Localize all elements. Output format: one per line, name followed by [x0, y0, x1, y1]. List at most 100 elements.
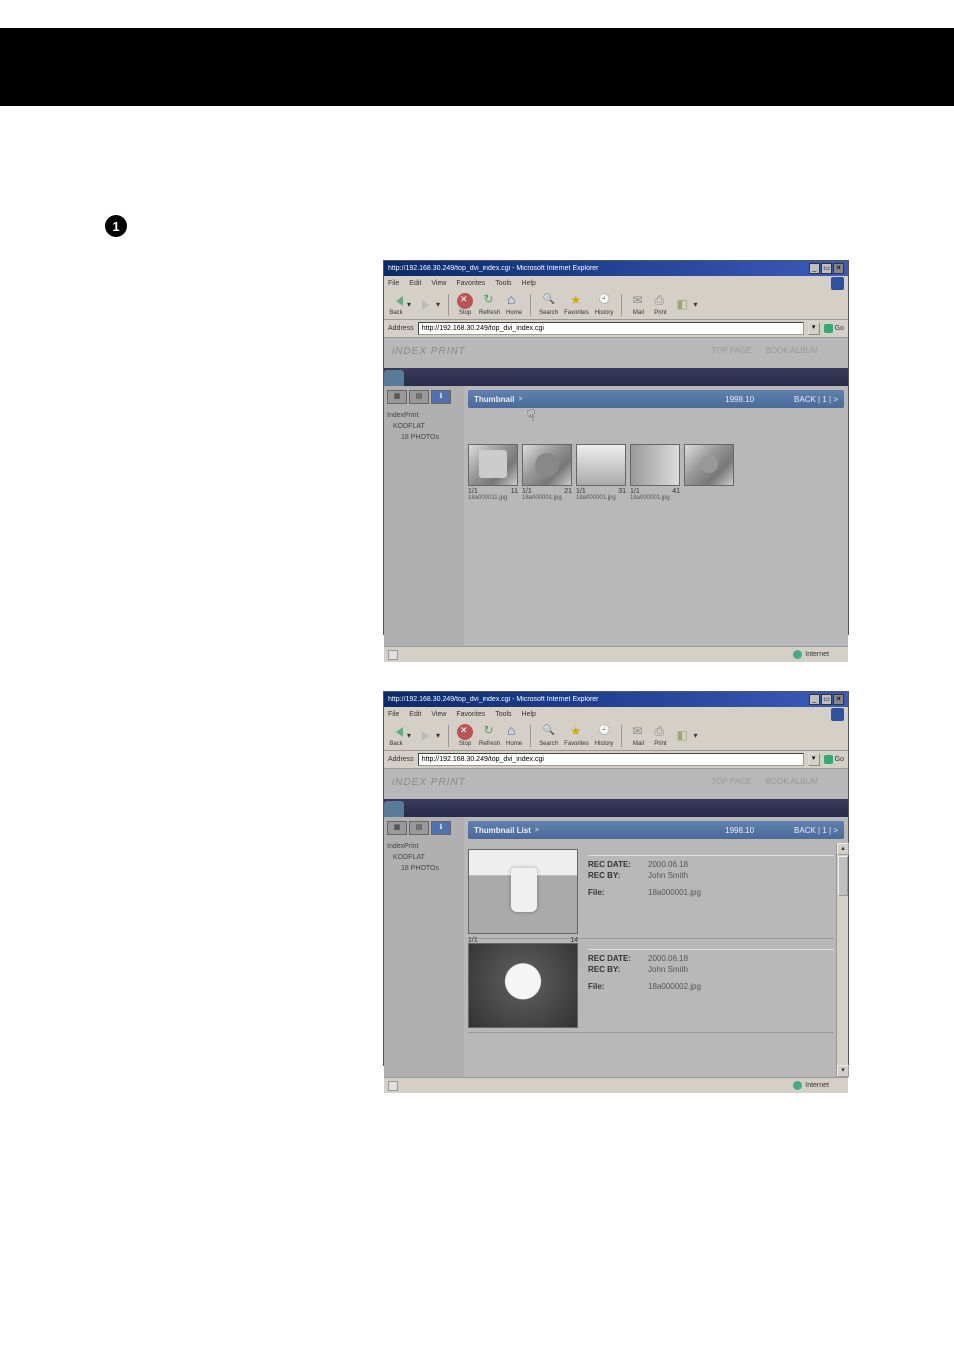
print-button[interactable]: Print: [652, 724, 668, 747]
view-info-button[interactable]: ℹ: [431, 390, 451, 404]
home-button[interactable]: Home: [506, 293, 522, 316]
list-header-nav-icon[interactable]: >: [518, 396, 522, 403]
address-dropdown-icon[interactable]: ▾: [808, 753, 820, 766]
generic-icon: [674, 297, 690, 313]
menu-file[interactable]: File: [388, 711, 399, 718]
minimize-button[interactable]: _: [809, 694, 820, 705]
maximize-button[interactable]: ▭: [821, 263, 832, 274]
view-info-button[interactable]: ℹ: [431, 821, 451, 835]
back-dropdown-icon[interactable]: ▾: [407, 300, 411, 309]
link-top-page[interactable]: TOP PAGE: [712, 777, 752, 786]
menu-favorites[interactable]: Favorites: [456, 711, 485, 718]
stop-button[interactable]: Stop: [457, 293, 473, 316]
forward-dropdown-icon[interactable]: ▾: [436, 300, 440, 309]
tree-root[interactable]: IndexPrint: [387, 412, 419, 419]
toolbar-separator: [530, 294, 531, 316]
menu-help[interactable]: Help: [522, 711, 536, 718]
scroll-thumb[interactable]: [838, 856, 848, 896]
link-top-page[interactable]: TOP PAGE: [712, 346, 752, 355]
resize-grip-icon[interactable]: [832, 1080, 844, 1092]
scroll-up-icon[interactable]: ▴: [837, 843, 849, 855]
detail-list: 1/1 14 REC DATE:2000.06.18 REC BY:John S…: [468, 845, 844, 1033]
file-value: 18a000001.jpg: [648, 888, 701, 897]
tab-1[interactable]: [384, 801, 404, 817]
list-header-nav-icon[interactable]: >: [535, 827, 539, 834]
tree-node-1[interactable]: KODFLAT: [387, 421, 461, 432]
menu-help[interactable]: Help: [522, 280, 536, 287]
address-dropdown-icon[interactable]: ▾: [808, 322, 820, 335]
favorites-button[interactable]: Favorites: [564, 293, 589, 316]
home-button[interactable]: Home: [506, 724, 522, 747]
top-links: TOP PAGE BOOK ALBUM: [712, 346, 818, 355]
list-header-pagenav[interactable]: BACK | 1 | >: [794, 826, 838, 835]
tree-leaf-1[interactable]: 18 PHOTOs: [387, 863, 461, 874]
maximize-button[interactable]: ▭: [821, 694, 832, 705]
go-button[interactable]: Go: [824, 324, 844, 333]
back-dropdown-icon[interactable]: ▾: [407, 731, 411, 740]
favorites-button[interactable]: Favorites: [564, 724, 589, 747]
toolbar-dropdown-icon[interactable]: ▾: [693, 731, 697, 740]
menu-tools[interactable]: Tools: [495, 711, 511, 718]
search-button[interactable]: Search: [539, 293, 558, 316]
thumbnail-item[interactable]: 1/141 18a000001.jpg: [630, 444, 680, 501]
forward-button[interactable]: [417, 297, 433, 313]
view-thumb-button[interactable]: ▦: [387, 821, 407, 835]
thumbnail-item[interactable]: 1/131 18a000001.jpg: [576, 444, 626, 501]
menu-view[interactable]: View: [431, 280, 446, 287]
view-thumb-button[interactable]: ▦: [387, 390, 407, 404]
back-button[interactable]: Back: [388, 724, 404, 747]
tab-2[interactable]: [404, 801, 424, 817]
thumbnail-item[interactable]: [684, 444, 734, 501]
back-button[interactable]: Back: [388, 293, 404, 316]
thumbnail-item[interactable]: 1/111 18a000011.jpg: [468, 444, 518, 501]
tree-node-1[interactable]: KODFLAT: [387, 852, 461, 863]
window-buttons: _ ▭ ✕: [809, 263, 844, 274]
search-button[interactable]: Search: [539, 724, 558, 747]
menu-favorites[interactable]: Favorites: [456, 280, 485, 287]
resize-grip-icon[interactable]: [832, 649, 844, 661]
history-button[interactable]: History: [595, 724, 614, 747]
toolbar-button[interactable]: [674, 297, 690, 313]
print-icon: [652, 293, 668, 309]
addressbar: Address http://192.168.30.249/top_dvi_in…: [384, 320, 848, 338]
tree-root[interactable]: IndexPrint: [387, 843, 419, 850]
mail-button[interactable]: Mail: [630, 724, 646, 747]
list-header-pagenav[interactable]: BACK | 1 | >: [794, 395, 838, 404]
tab-2[interactable]: [404, 370, 424, 386]
tab-1[interactable]: [384, 370, 404, 386]
link-book-album[interactable]: BOOK ALBUM: [766, 346, 818, 355]
address-input[interactable]: http://192.168.30.249/top_dvi_index.cgi: [418, 753, 804, 766]
close-button[interactable]: ✕: [833, 263, 844, 274]
tree-leaf-1[interactable]: 18 PHOTOs: [387, 432, 461, 443]
menu-tools[interactable]: Tools: [495, 280, 511, 287]
forward-button[interactable]: [417, 728, 433, 744]
thumb-filename: 18a000001.jpg: [576, 495, 626, 501]
address-input[interactable]: http://192.168.30.249/top_dvi_index.cgi: [418, 322, 804, 335]
refresh-button[interactable]: Refresh: [479, 293, 500, 316]
menu-edit[interactable]: Edit: [409, 280, 421, 287]
print-button[interactable]: Print: [652, 293, 668, 316]
vertical-scrollbar[interactable]: ▴ ▾: [836, 843, 848, 1077]
forward-dropdown-icon[interactable]: ▾: [436, 731, 440, 740]
toolbar-button[interactable]: [674, 728, 690, 744]
list-item[interactable]: 1/1 14 REC DATE:2000.06.18 REC BY:John S…: [468, 845, 834, 939]
toolbar-dropdown-icon[interactable]: ▾: [693, 300, 697, 309]
link-book-album[interactable]: BOOK ALBUM: [766, 777, 818, 786]
go-button[interactable]: Go: [824, 755, 844, 764]
menu-view[interactable]: View: [431, 711, 446, 718]
list-item[interactable]: REC DATE:2000.06.18 REC BY:John Smith Fi…: [468, 939, 834, 1033]
thumbnail-item[interactable]: 1/121 18a000001.jpg: [522, 444, 572, 501]
view-list-button[interactable]: ▤: [409, 390, 429, 404]
scroll-down-icon[interactable]: ▾: [837, 1065, 849, 1077]
stop-button[interactable]: Stop: [457, 724, 473, 747]
minimize-button[interactable]: _: [809, 263, 820, 274]
mail-button[interactable]: Mail: [630, 293, 646, 316]
screenshot-1: http://192.168.30.249/top_dvi_index.cgi …: [383, 260, 849, 635]
menu-edit[interactable]: Edit: [409, 711, 421, 718]
refresh-button[interactable]: Refresh: [479, 724, 500, 747]
thumb-filename: 18a000001.jpg: [522, 495, 572, 501]
view-list-button[interactable]: ▤: [409, 821, 429, 835]
menu-file[interactable]: File: [388, 280, 399, 287]
close-button[interactable]: ✕: [833, 694, 844, 705]
history-button[interactable]: History: [595, 293, 614, 316]
